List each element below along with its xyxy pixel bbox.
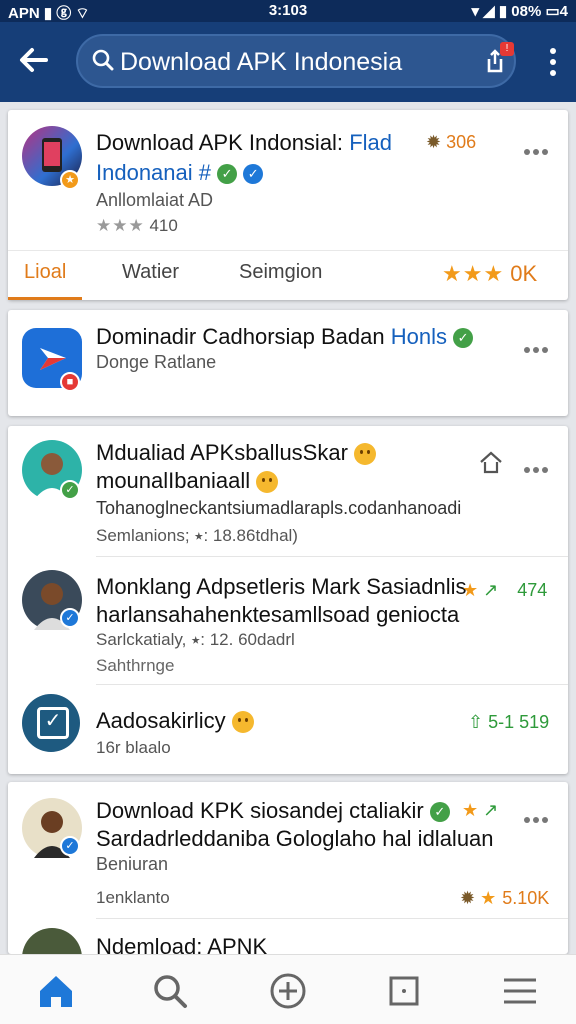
verified-check-icon: ✓ bbox=[429, 802, 450, 823]
item-meta: 16r blaalo bbox=[96, 738, 171, 757]
divider bbox=[96, 684, 568, 685]
app-title-text: Dominadir Cadhorsiap Badan bbox=[96, 324, 385, 349]
item-stat: ★ ↗ 474 bbox=[462, 580, 547, 601]
downloads-count: 306 bbox=[446, 132, 477, 152]
search-query[interactable]: Download APK Indonesia bbox=[120, 48, 402, 77]
home-icon[interactable] bbox=[36, 971, 76, 1011]
notification-badge: ! bbox=[500, 42, 514, 56]
back-arrow-icon[interactable] bbox=[16, 42, 56, 82]
tab-rating-label: 0K bbox=[510, 261, 538, 286]
card-tabs: Lioal Watier Seimgion ★★★ 0K bbox=[8, 250, 568, 300]
app-title-accent: Honls bbox=[390, 324, 447, 349]
app-line3: Beniuran bbox=[96, 854, 169, 874]
downloads-stat: ✹ 306 bbox=[426, 132, 476, 153]
item-title-2: mounalIbaniaall bbox=[96, 468, 279, 494]
app-title[interactable]: Download APK Indonsial: Flad bbox=[96, 130, 392, 156]
app-subtitle: Indonanai # ✓ ✓ bbox=[96, 160, 264, 186]
emoji-icon bbox=[354, 443, 377, 466]
rating-row: ★★★ 410 bbox=[96, 216, 178, 236]
status-right: ▾ ◢ ▮ 08% ▭4 bbox=[471, 3, 568, 20]
add-circle-icon[interactable] bbox=[268, 971, 308, 1011]
verified-check-icon: ✓ bbox=[453, 328, 474, 349]
star-icon: ★ bbox=[462, 580, 479, 600]
bug-icon: ✹ bbox=[426, 132, 442, 152]
bottom-navigation bbox=[0, 954, 576, 1024]
item-meta: Sarlckatialy, ⭑: 12. 60dadrl bbox=[96, 630, 295, 649]
bug-icon: ✹ bbox=[460, 888, 476, 908]
app-bar: Download APK Indonesia ! bbox=[0, 22, 576, 102]
app-title-text: Download APK Indonsial: bbox=[96, 130, 344, 155]
tab-lioal[interactable]: Lioal bbox=[24, 261, 66, 284]
app-meta: 1enklanto bbox=[96, 888, 170, 907]
verified-badge-icon: ✓ bbox=[243, 164, 264, 185]
divider bbox=[96, 918, 568, 919]
item-meta-2: Sahthrnge bbox=[96, 656, 175, 675]
more-horiz-icon[interactable] bbox=[524, 340, 552, 353]
results-list-card: ✓ Mdualiad APKsballusSkar mounalIbaniaal… bbox=[8, 426, 568, 774]
more-vert-icon[interactable] bbox=[550, 48, 558, 78]
trend-icon: ↗ bbox=[483, 580, 499, 600]
rating-trend: ★ ↗ bbox=[462, 800, 498, 821]
item-stat-value: 474 bbox=[517, 580, 548, 600]
item-description: Tohanoglneckantsiumadlarapls.codanhanoad… bbox=[96, 498, 462, 518]
divider bbox=[96, 556, 568, 557]
star-icon: ★ bbox=[462, 800, 479, 820]
tab-rating[interactable]: ★★★ 0K bbox=[442, 261, 537, 287]
app-subtitle: Donge Ratlane bbox=[96, 352, 217, 372]
developer-name: Anllomlaiat AD bbox=[96, 190, 214, 210]
app-badge-icon: ■ bbox=[60, 372, 80, 392]
item-stat: ⇧ 5-1 519 bbox=[468, 712, 549, 733]
star-badge-icon: ★ bbox=[60, 170, 80, 190]
upload-icon[interactable] bbox=[478, 450, 504, 474]
item-meta: Semlanions; ⭑: 18.86tdhal) bbox=[96, 526, 298, 545]
more-horiz-icon[interactable] bbox=[524, 810, 552, 823]
rating-count: 410 bbox=[149, 216, 178, 235]
app-title-accent: Flad bbox=[349, 130, 392, 155]
featured-app-card[interactable]: ★ Download APK Indonsial: Flad Indonanai… bbox=[8, 110, 568, 300]
tab-watier[interactable]: Watier bbox=[122, 261, 179, 284]
app-title: Dominadir Cadhorsiap Badan Honls ✓ bbox=[96, 324, 474, 350]
verified-badge-icon: ✓ bbox=[60, 480, 80, 500]
emoji-icon bbox=[231, 711, 254, 734]
search-bar[interactable]: Download APK Indonesia ! bbox=[76, 34, 516, 88]
item-stat-value: 5-1 519 bbox=[488, 712, 550, 732]
more-horiz-icon[interactable] bbox=[524, 460, 552, 473]
search-icon bbox=[92, 49, 114, 71]
app-title: Download KPK siosandej ctaliakir ✓ bbox=[96, 798, 450, 824]
tab-seimgion[interactable]: Seimgion bbox=[239, 261, 322, 284]
app-title-text: Download KPK siosandej ctaliakir bbox=[96, 798, 424, 823]
downloads-count: 5.10K bbox=[502, 888, 550, 908]
square-icon[interactable] bbox=[384, 971, 424, 1011]
item-title-line2: harlansahahenktesamllsoad geniocta bbox=[96, 602, 460, 627]
tab-rating-stars: ★★★ bbox=[442, 261, 505, 286]
menu-icon[interactable] bbox=[500, 971, 540, 1011]
app-result-card[interactable]: ✓ Download KPK siosandej ctaliakir ✓ Sar… bbox=[8, 782, 568, 988]
more-horiz-icon[interactable] bbox=[524, 142, 552, 155]
downloads-stat: ✹ ★ 5.10K bbox=[460, 888, 549, 909]
item-title-line1: Monklang Adpsetleris Mark Sasiadnlis bbox=[96, 574, 467, 599]
item-title: Aadosakirlicy bbox=[96, 708, 254, 734]
app-subtitle-text: Indonanai # bbox=[96, 160, 211, 185]
upload-trend-icon: ⇧ bbox=[468, 712, 484, 732]
emoji-icon bbox=[256, 471, 279, 494]
app-result-card[interactable]: ■ Dominadir Cadhorsiap Badan Honls ✓ Don… bbox=[8, 310, 568, 416]
rating-stars: ★★★ bbox=[96, 216, 145, 235]
status-bar: APN ▮ ⓖ ⌔ 3:103 ▾ ◢ ▮ 08% ▭4 bbox=[0, 0, 576, 22]
item-title-text: Aadosakirlicy bbox=[96, 708, 226, 733]
trend-icon: ↗ bbox=[483, 800, 499, 820]
item-title-line1: Mdualiad APKsballusSkar bbox=[96, 440, 348, 465]
star-icon: ★ bbox=[480, 888, 498, 908]
search-icon[interactable] bbox=[150, 971, 190, 1011]
verified-badge-icon: ✓ bbox=[60, 608, 80, 628]
checkbox-app-icon bbox=[22, 694, 80, 752]
item-title-line2: mounalIbaniaall bbox=[96, 468, 251, 493]
active-tab-indicator bbox=[8, 297, 82, 300]
app-line2: Sardadrleddaniba Gologlaho hal idlaluan bbox=[96, 826, 494, 851]
verified-badge-icon: ✓ bbox=[60, 836, 80, 856]
item-title: Mdualiad APKsballusSkar bbox=[96, 440, 377, 466]
verified-check-icon: ✓ bbox=[217, 164, 238, 185]
